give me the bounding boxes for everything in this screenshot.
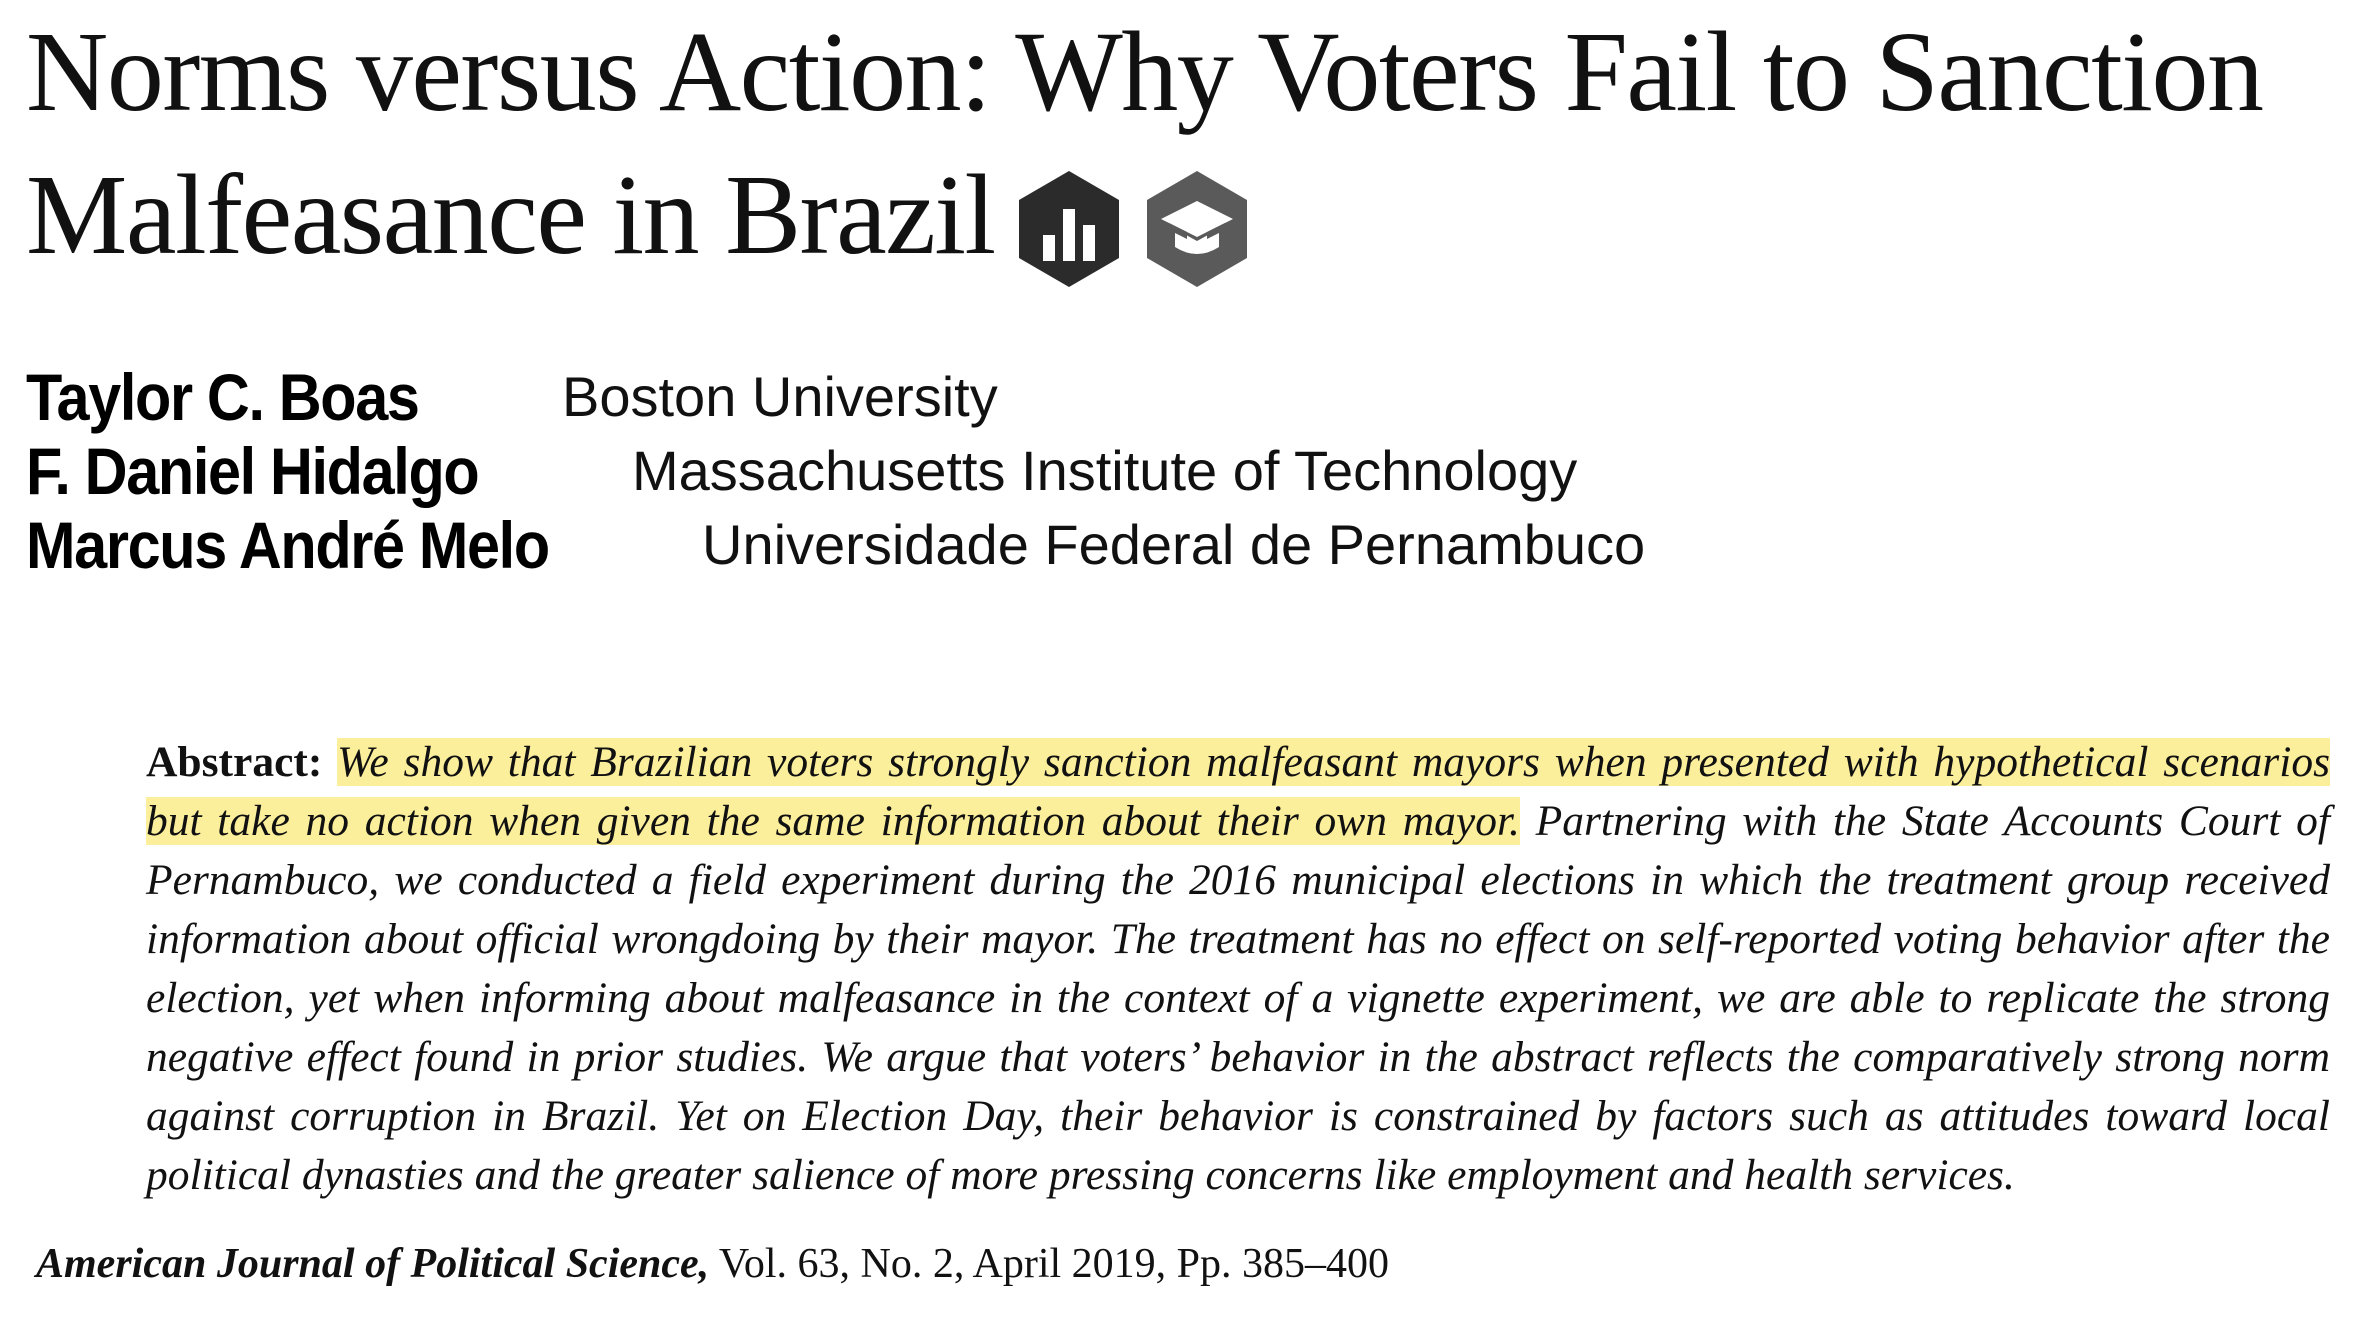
abstract: Abstract: We show that Brazilian voters … [146, 733, 2330, 1205]
author-affiliation: Universidade Federal de Pernambuco [702, 513, 1646, 576]
author-row: Marcus André Melo Universidade Federal d… [26, 508, 2326, 582]
journal-name: American Journal of Political Science, [36, 1241, 710, 1287]
badge-group [1013, 145, 1269, 289]
title-line-1: Norms versus Action: Why Voters Fail to … [26, 8, 2264, 135]
author-row: Taylor C. Boas Boston University [26, 360, 2326, 434]
citation-details: Vol. 63, No. 2, April 2019, Pp. 385–400 [718, 1241, 1390, 1287]
author-row: F. Daniel Hidalgo Massachusetts Institut… [26, 434, 2326, 508]
paper-title: Norms versus Action: Why Voters Fail to … [26, 0, 2346, 299]
author-list: Taylor C. Boas Boston University F. Dani… [26, 360, 2326, 582]
graduation-cap-icon[interactable] [1141, 169, 1253, 289]
author-affiliation: Massachusetts Institute of Technology [632, 439, 1578, 502]
author-name: Marcus André Melo [26, 508, 550, 582]
author-name: F. Daniel Hidalgo [26, 434, 480, 508]
title-line-2: Malfeasance in Brazil [26, 143, 2346, 299]
author-affiliation: Boston University [562, 365, 998, 428]
citation: American Journal of Political Science, V… [36, 1236, 1389, 1292]
bar-chart-icon[interactable] [1013, 169, 1125, 289]
abstract-text: Partnering with the State Accounts Court… [146, 797, 2330, 1199]
title-line-2-text: Malfeasance in Brazil [26, 151, 996, 278]
abstract-label: Abstract: [146, 738, 338, 786]
author-name: Taylor C. Boas [26, 360, 420, 434]
